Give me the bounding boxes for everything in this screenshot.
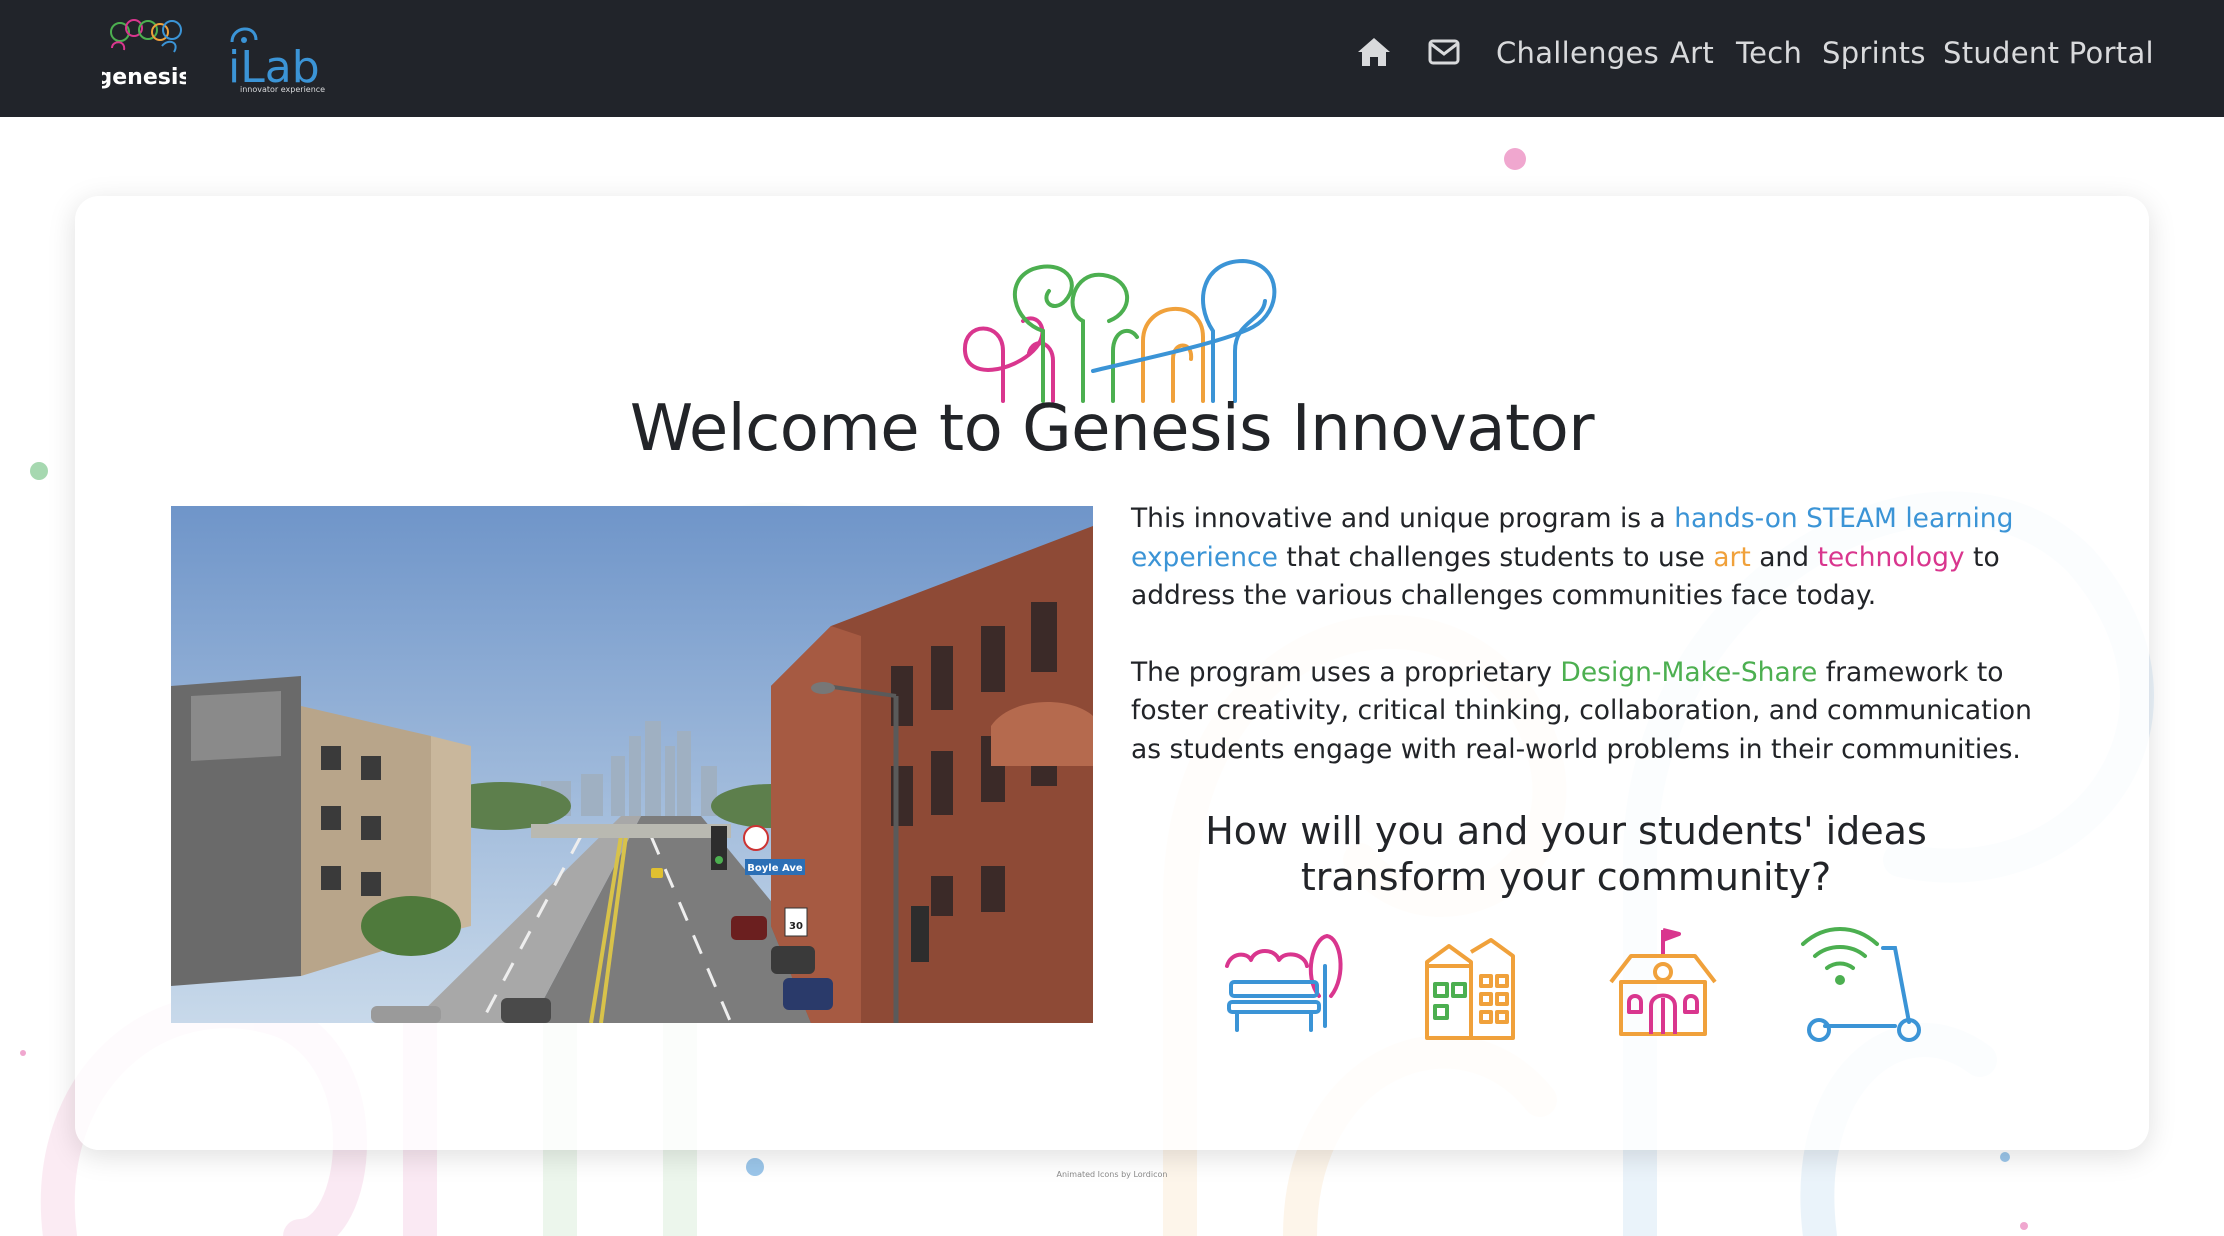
decor-dot: [2000, 1152, 2010, 1162]
scooter-wifi-icon: [1795, 926, 1925, 1050]
decor-dot: [20, 1050, 26, 1056]
welcome-card: Welcome to Genesis Innovator Boyle Ave 3…: [75, 196, 2149, 1150]
top-navbar: genesis iLab innovator experience Challe…: [0, 0, 2224, 117]
community-icons: [1223, 926, 2063, 1056]
design-make-share-link[interactable]: Design-Make-Share: [1560, 657, 1817, 688]
speed-limit-sign-text: 30: [789, 921, 803, 932]
intro-text: This innovative and unique program is a: [1131, 503, 1675, 534]
intro-text: and: [1750, 541, 1818, 573]
framework-text: The program uses a proprietary: [1131, 656, 1561, 688]
technology-link[interactable]: technology: [1817, 542, 1964, 573]
street-sign-text: Boyle Ave: [747, 863, 803, 874]
decor-dot: [2020, 1222, 2028, 1230]
ilab-logo[interactable]: iLab innovator experience: [226, 18, 352, 98]
nav-link-art[interactable]: Art: [1670, 36, 1714, 70]
lordicon-credit[interactable]: Animated Icons by Lordicon: [0, 1170, 2224, 1179]
park-bench-icon: [1223, 926, 1353, 1040]
nav-link-challenges[interactable]: Challenges: [1496, 36, 1659, 70]
ilab-logo-subtext: innovator experience: [240, 85, 325, 94]
genesis-tree-logo: [962, 258, 1277, 403]
intro-paragraph: This innovative and unique program is a …: [1131, 500, 2051, 616]
art-link[interactable]: art: [1713, 542, 1751, 573]
intro-text: that challenges students to use: [1277, 541, 1714, 573]
page-title: Welcome to Genesis Innovator: [629, 392, 1595, 466]
nav-link-tech[interactable]: Tech: [1736, 36, 1802, 70]
genesis-logo[interactable]: genesis: [97, 18, 191, 98]
community-question: How will you and your students' ideas tr…: [1131, 808, 2001, 900]
framework-paragraph: The program uses a proprietary Design-Ma…: [1131, 654, 2051, 770]
program-description: This innovative and unique program is a …: [1131, 500, 2051, 807]
community-street-photo: Boyle Ave 30: [171, 506, 1093, 1023]
buildings-icon: [1421, 926, 1521, 1048]
mail-icon[interactable]: [1428, 39, 1460, 69]
decor-dot: [1504, 148, 1526, 170]
nav-link-student-portal[interactable]: Student Portal: [1943, 36, 2154, 70]
school-house-icon: [1607, 926, 1719, 1048]
home-icon[interactable]: [1356, 36, 1392, 72]
question-line-1: How will you and your students' ideas: [1205, 809, 1927, 853]
nav-link-sprints[interactable]: Sprints: [1822, 36, 1926, 70]
question-line-2: transform your community?: [1300, 855, 1832, 899]
genesis-logo-text: genesis: [102, 65, 186, 90]
decor-dot: [30, 462, 48, 480]
